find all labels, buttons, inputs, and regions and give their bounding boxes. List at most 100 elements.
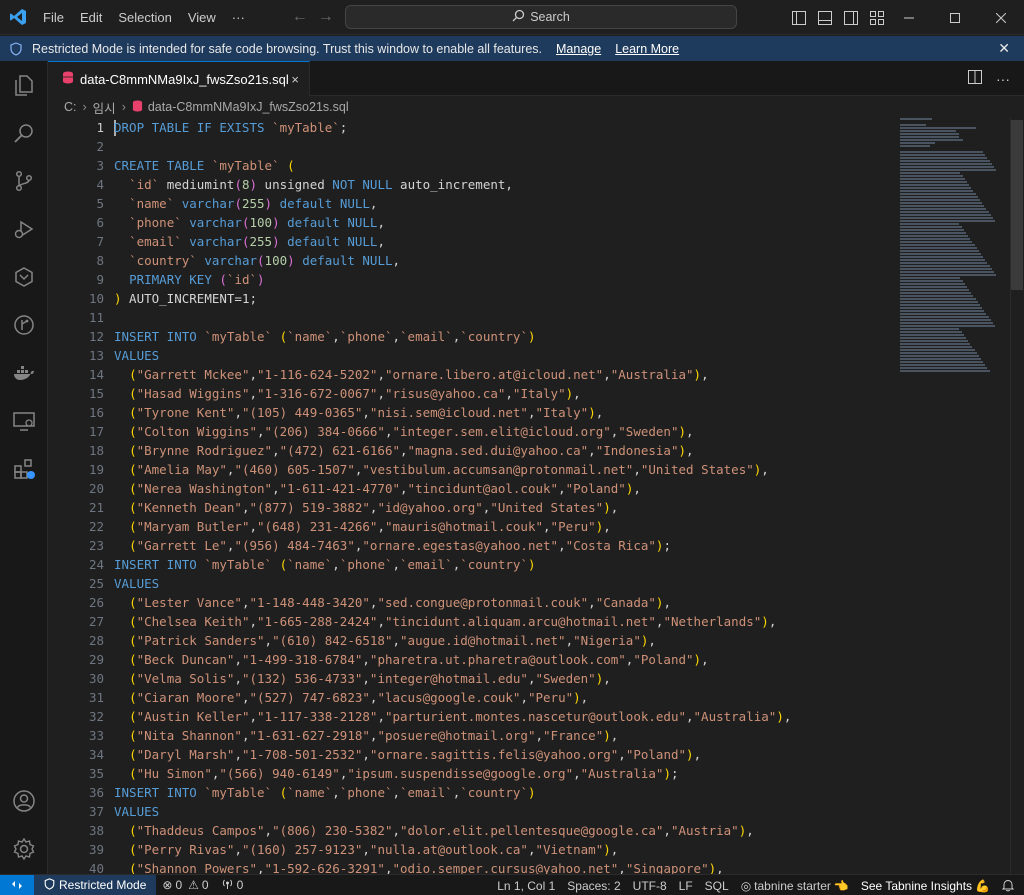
title-bar: File Edit Selection View ··· ← → Search <box>0 0 1024 35</box>
minimap-line <box>900 328 960 330</box>
forward-arrow-icon[interactable]: → <box>313 8 339 26</box>
source-control-icon[interactable] <box>0 157 48 205</box>
restricted-mode-banner: Restricted Mode is intended for safe cod… <box>0 36 1024 61</box>
menu-more[interactable]: ··· <box>224 0 253 35</box>
end-of-line[interactable]: LF <box>673 875 699 895</box>
minimap-line <box>900 154 986 156</box>
tab-sql-file[interactable]: data-C8mmNMa9IxJ_fwsZso21s.sql × <box>48 61 310 96</box>
code-line: ("Lester Vance","1-148-448-3420","sed.co… <box>129 595 671 610</box>
vertical-scrollbar[interactable] <box>1010 118 1024 874</box>
minimap-line <box>900 217 993 219</box>
minimap-line <box>900 331 962 333</box>
minimap-line <box>900 358 981 360</box>
menu-file[interactable]: File <box>35 0 72 35</box>
minimize-icon[interactable] <box>886 0 932 35</box>
code-line: `country` varchar(100) default NULL, <box>129 253 401 268</box>
line-number: 37 <box>88 804 104 819</box>
search-icon[interactable] <box>0 109 48 157</box>
close-tab-icon[interactable]: × <box>291 72 299 87</box>
more-actions-icon[interactable]: ··· <box>996 71 1010 87</box>
minimap-line <box>900 196 978 198</box>
settings-gear-icon[interactable] <box>0 825 48 873</box>
code-editor[interactable]: 1 2 3 4 5 6 7 8 9 10 11 12 13 14 15 16 17 18 19 20 21 22 23 24 2… <box>48 118 1024 874</box>
minimap[interactable] <box>900 118 1008 398</box>
search-icon <box>512 9 525 25</box>
line-number-gutter: 1 2 3 4 5 6 7 8 9 10 11 12 13 14 15 16 17 18 19 20 21 22 23 24 2… <box>48 118 104 874</box>
minimap-line <box>900 286 967 288</box>
command-center-search[interactable]: Search <box>345 5 737 29</box>
tab-filename: data-C8mmNMa9IxJ_fwsZso21s.sql <box>80 71 289 87</box>
run-debug-icon[interactable] <box>0 205 48 253</box>
code-line: ("Amelia May","(460) 605-1507","vestibul… <box>129 462 769 477</box>
restricted-mode-indicator[interactable]: Restricted Mode <box>34 874 157 895</box>
minimap-line <box>900 241 973 243</box>
indentation[interactable]: Spaces: 2 <box>561 875 626 895</box>
toggle-secondary-sidebar-icon[interactable] <box>838 10 864 25</box>
minimap-line <box>900 169 997 171</box>
menu-edit[interactable]: Edit <box>72 0 110 35</box>
code-line: ("Austin Keller","1-117-338-2128","partu… <box>129 709 792 724</box>
editor-tabs: data-C8mmNMa9IxJ_fwsZso21s.sql × ··· <box>48 61 1024 96</box>
line-number: 35 <box>88 766 104 781</box>
back-arrow-icon[interactable]: ← <box>287 8 313 26</box>
manage-link[interactable]: Manage <box>556 42 601 56</box>
remote-desktop-icon[interactable] <box>0 397 48 445</box>
remote-indicator-icon[interactable] <box>0 874 34 895</box>
minimap-line <box>900 235 969 237</box>
ports-indicator[interactable]: 0 <box>215 875 250 895</box>
scrollbar-thumb[interactable] <box>1011 120 1023 290</box>
line-number: 19 <box>88 462 104 477</box>
minimap-line <box>900 136 960 138</box>
toggle-primary-sidebar-icon[interactable] <box>786 10 812 25</box>
status-bar: Restricted Mode ⊗ 0 ⚠ 0 0 Ln 1, Col 1 Sp… <box>0 874 1024 895</box>
learn-more-link[interactable]: Learn More <box>615 42 679 56</box>
minimap-line <box>900 316 989 318</box>
line-number: 36 <box>88 785 104 800</box>
minimap-line <box>900 187 972 189</box>
line-number: 8 <box>96 253 104 268</box>
line-number: 28 <box>88 633 104 648</box>
extensions-icon[interactable] <box>0 445 48 493</box>
minimap-line <box>900 175 963 177</box>
line-number: 38 <box>88 823 104 838</box>
code-line: DROP TABLE IF EXISTS `myTable`; <box>114 120 348 135</box>
toggle-panel-icon[interactable] <box>812 10 838 25</box>
line-number: 30 <box>88 671 104 686</box>
minimap-line <box>900 211 989 213</box>
encoding[interactable]: UTF-8 <box>627 875 673 895</box>
docker-icon[interactable] <box>0 349 48 397</box>
code-content[interactable]: DROP TABLE IF EXISTS `myTable`; CREATE T… <box>114 118 894 874</box>
line-number: 33 <box>88 728 104 743</box>
language-mode[interactable]: SQL <box>699 875 735 895</box>
close-window-icon[interactable] <box>978 0 1024 35</box>
menu-view[interactable]: View <box>180 0 224 35</box>
breadcrumb-folder[interactable]: 임시 <box>93 98 116 117</box>
git-graph-icon[interactable] <box>0 301 48 349</box>
tabnine-insights-label: See Tabnine Insights <box>860 878 973 893</box>
code-line: ("Hu Simon","(566) 940-6149","ipsum.susp… <box>129 766 679 781</box>
minimap-line <box>900 295 974 297</box>
tabnine-status[interactable]: ◎ tabnine starter 👈 <box>735 875 855 895</box>
accounts-icon[interactable] <box>0 777 48 825</box>
code-line: VALUES <box>114 576 160 591</box>
minimap-line <box>900 199 980 201</box>
menu-selection[interactable]: Selection <box>110 0 179 35</box>
minimap-line <box>900 232 966 234</box>
line-number: 1 <box>96 120 104 135</box>
minimap-line <box>900 367 988 369</box>
breadcrumb-file[interactable]: data-C8mmNMa9IxJ_fwsZso21s.sql <box>148 100 349 114</box>
minimap-line <box>900 340 969 342</box>
tabnine-insights[interactable]: See Tabnine Insights 💪 <box>855 875 996 895</box>
broadcast-icon <box>221 878 234 893</box>
notifications-bell-icon[interactable] <box>996 875 1024 895</box>
close-banner-icon[interactable]: ✕ <box>998 40 1010 57</box>
remote-explorer-icon[interactable] <box>0 253 48 301</box>
line-number: 29 <box>88 652 104 667</box>
maximize-icon[interactable] <box>932 0 978 35</box>
explorer-icon[interactable] <box>0 61 48 109</box>
problems-indicator[interactable]: ⊗ 0 ⚠ 0 <box>156 875 214 895</box>
split-editor-icon[interactable] <box>968 70 982 87</box>
code-line: `email` varchar(255) default NULL, <box>129 234 385 249</box>
cursor-position[interactable]: Ln 1, Col 1 <box>491 875 561 895</box>
breadcrumb-drive[interactable]: C: <box>64 100 77 114</box>
